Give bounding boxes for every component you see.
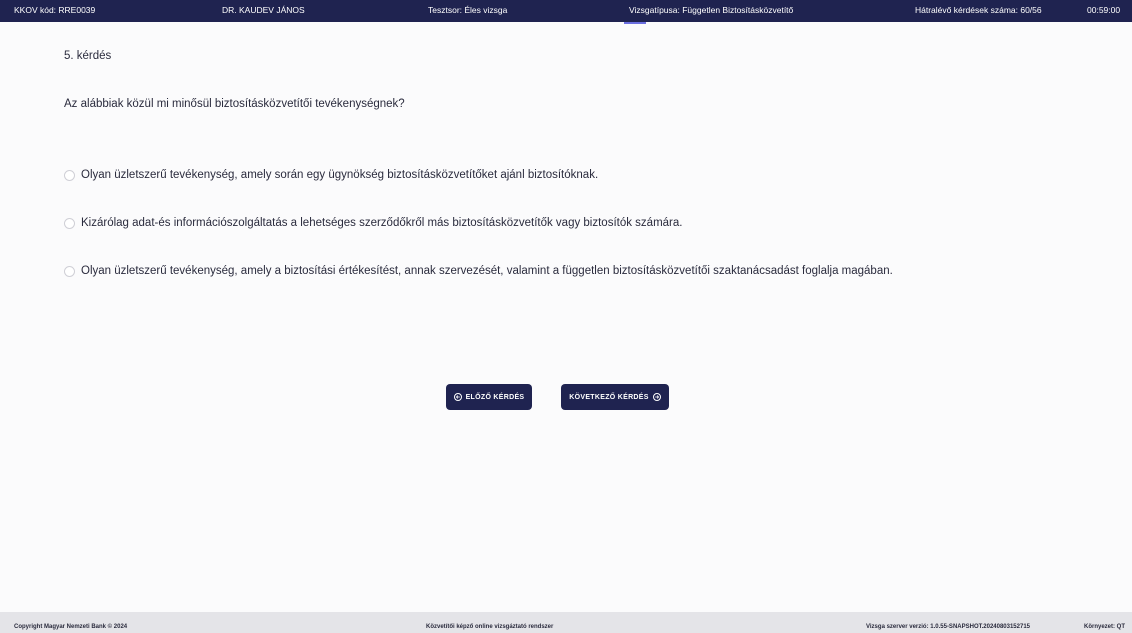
remaining-questions: Hátralévő kérdések száma: 60/56 [915, 5, 1042, 15]
active-indicator [624, 22, 646, 24]
test-set: Tesztsor: Éles vizsga [428, 5, 508, 15]
environment-label: Környezet: QT [1084, 624, 1126, 630]
previous-question-label: ELŐZŐ KÉRDÉS [465, 393, 525, 401]
top-status-bar: KKOV kód: RRE0039 DR. KAUDEV JÁNOS Teszt… [0, 0, 1132, 22]
radio-button[interactable] [64, 265, 75, 277]
question-number: 5. kérdés [64, 50, 112, 62]
radio-button[interactable] [64, 169, 75, 181]
exam-page: KKOV kód: RRE0039 DR. KAUDEV JÁNOS Teszt… [0, 0, 1132, 633]
system-name: Közvetítői képző online vizsgáztató rend… [426, 624, 554, 630]
countdown-timer: 00:59:00 [1087, 5, 1121, 15]
candidate-name: DR. KAUDEV JÁNOS [222, 5, 305, 15]
previous-question-button[interactable]: ELŐZŐ KÉRDÉS [446, 384, 532, 410]
answer-option-2[interactable]: Kizárólag adat-és információszolgáltatás… [64, 217, 682, 229]
answer-option-3[interactable]: Olyan üzletszerű tevékenység, amely a bi… [64, 265, 893, 277]
footer-bar: Copyright Magyar Nemzeti Bank © 2024 Köz… [0, 612, 1132, 633]
copyright-text: Copyright Magyar Nemzeti Bank © 2024 [14, 624, 128, 630]
radio-button[interactable] [64, 217, 75, 229]
answer-label: Kizárólag adat-és információszolgáltatás… [81, 217, 683, 229]
next-question-button[interactable]: KÖVETKEZŐ KÉRDÉS [561, 384, 669, 410]
exam-type: Vizsgatípusa: Független Biztosításközvet… [629, 5, 794, 15]
arrow-left-circle-icon [453, 393, 462, 401]
server-version: Vizsga szerver verzió: 1.0.55-SNAPSHOT.2… [866, 624, 1030, 630]
kkov-code: KKOV kód: RRE0039 [14, 5, 96, 15]
answer-label: Olyan üzletszerű tevékenység, amely a bi… [81, 265, 893, 277]
arrow-right-circle-icon [652, 393, 661, 401]
next-question-label: KÖVETKEZŐ KÉRDÉS [569, 393, 649, 401]
answer-option-1[interactable]: Olyan üzletszerű tevékenység, amely sorá… [64, 169, 598, 181]
question-text: Az alábbiak közül mi minősül biztosításk… [64, 98, 405, 110]
answer-label: Olyan üzletszerű tevékenység, amely sorá… [81, 169, 599, 181]
